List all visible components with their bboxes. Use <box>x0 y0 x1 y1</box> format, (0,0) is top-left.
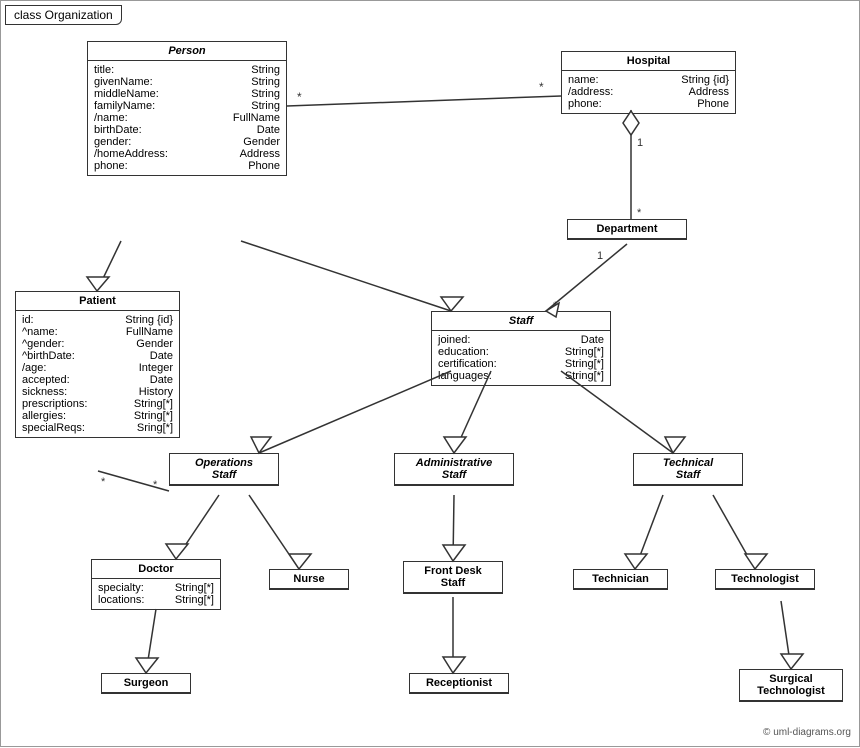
class-operations-staff-title: OperationsStaff <box>170 454 278 485</box>
class-receptionist: Receptionist <box>409 673 509 694</box>
svg-text:*: * <box>101 476 106 488</box>
class-front-desk-staff-title: Front DeskStaff <box>404 562 502 593</box>
class-hospital-body: name:String {id} /address:Address phone:… <box>562 71 735 113</box>
class-department-title: Department <box>568 220 686 239</box>
diagram-title: class Organization <box>5 5 122 25</box>
class-surgical-technologist: SurgicalTechnologist <box>739 669 843 702</box>
class-hospital: Hospital name:String {id} /address:Addre… <box>561 51 736 114</box>
class-staff: Staff joined:Date education:String[*] ce… <box>431 311 611 386</box>
class-nurse-title: Nurse <box>270 570 348 589</box>
class-doctor-body: specialty:String[*] locations:String[*] <box>92 579 220 609</box>
class-front-desk-staff: Front DeskStaff <box>403 561 503 594</box>
class-operations-staff: OperationsStaff <box>169 453 279 486</box>
svg-text:1: 1 <box>637 137 643 149</box>
class-technician-title: Technician <box>574 570 667 589</box>
class-doctor-title: Doctor <box>92 560 220 579</box>
class-receptionist-title: Receptionist <box>410 674 508 693</box>
svg-text:*: * <box>297 90 302 104</box>
class-doctor: Doctor specialty:String[*] locations:Str… <box>91 559 221 610</box>
class-surgeon-title: Surgeon <box>102 674 190 693</box>
class-patient-title: Patient <box>16 292 179 311</box>
watermark: © uml-diagrams.org <box>763 727 851 738</box>
svg-text:*: * <box>637 207 642 219</box>
class-department: Department <box>567 219 687 240</box>
class-person-title: Person <box>88 42 286 61</box>
diagram-container: class Organization Person title:String g… <box>0 0 860 747</box>
class-staff-title: Staff <box>432 312 610 331</box>
class-surgeon: Surgeon <box>101 673 191 694</box>
svg-text:*: * <box>153 479 158 491</box>
class-person: Person title:String givenName:String mid… <box>87 41 287 176</box>
class-patient-body: id:String {id} ^name:FullName ^gender:Ge… <box>16 311 179 437</box>
class-staff-body: joined:Date education:String[*] certific… <box>432 331 610 385</box>
class-person-body: title:String givenName:String middleName… <box>88 61 286 175</box>
class-administrative-staff-title: AdministrativeStaff <box>395 454 513 485</box>
class-hospital-title: Hospital <box>562 52 735 71</box>
class-patient: Patient id:String {id} ^name:FullName ^g… <box>15 291 180 438</box>
class-administrative-staff: AdministrativeStaff <box>394 453 514 486</box>
class-nurse: Nurse <box>269 569 349 590</box>
class-surgical-technologist-title: SurgicalTechnologist <box>740 670 842 701</box>
class-technician: Technician <box>573 569 668 590</box>
class-technologist-title: Technologist <box>716 570 814 589</box>
class-technologist: Technologist <box>715 569 815 590</box>
class-technical-staff: TechnicalStaff <box>633 453 743 486</box>
svg-text:1: 1 <box>597 250 603 262</box>
svg-text:*: * <box>539 80 544 94</box>
class-technical-staff-title: TechnicalStaff <box>634 454 742 485</box>
